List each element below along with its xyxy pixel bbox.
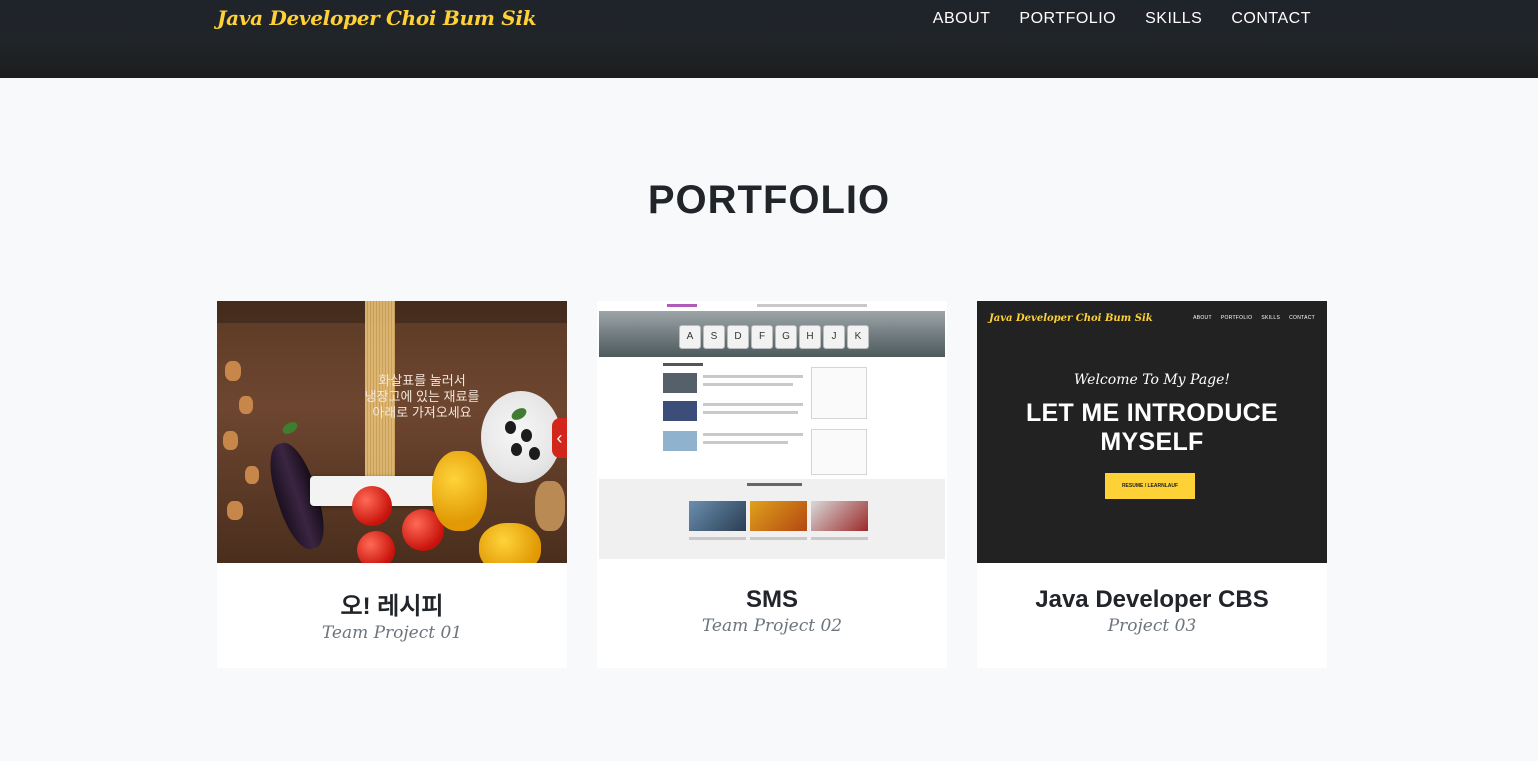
nut-image [225,361,241,381]
nav-menu: ABOUT PORTFOLIO SKILLS CONTACT [933,10,1311,28]
nut-image [223,431,238,450]
keyboard-key: S [703,325,725,349]
nut-image [239,396,253,414]
thumb-nav-item: CONTACT [1289,315,1315,321]
thumb-brand: Java Developer Choi Bum Sik [989,313,1153,324]
thumb-text-line [703,411,798,414]
olive-image [521,429,532,442]
card-title: 오! 레시피 [340,593,444,620]
section-title: PORTFOLIO [647,178,891,222]
brand-logo[interactable]: Java Developer Choi Bum Sik [217,6,537,30]
card-subtitle: Team Project 02 [701,616,843,636]
hero-line: 화살표를 눌러서 [378,373,466,388]
thumb-text-line [703,403,803,406]
nav-link-skills[interactable]: SKILLS [1145,10,1202,27]
thumb-welcome-text: Welcome To My Page! [1073,372,1231,388]
nut-image [245,466,259,484]
thumb-nav-item: ABOUT [1193,315,1212,321]
pepper-image [432,451,487,531]
thumb-logo [667,304,697,307]
thumb-text-line [703,441,788,444]
nav-link-about[interactable]: ABOUT [933,10,991,27]
bread-image [535,481,565,531]
thumb-sidebar-box [811,367,867,419]
olive-image [505,421,516,434]
thumb-text-line [811,537,868,540]
thumb-topnav [757,304,867,307]
carousel-prev-arrow-icon: ‹ [552,418,567,458]
hero-line: 냉장고에 있는 재료를 [364,389,480,404]
thumb-post-image [663,373,697,393]
portfolio-card-sms[interactable]: A S D F G H J K SMS Team Project 02 [597,301,947,668]
thumb-text-line [703,433,803,436]
olive-image [529,447,540,460]
thumb-sidebar-box [811,429,867,475]
card-caption: SMS Team Project 02 [597,563,947,668]
thumb-recent-image [811,501,868,531]
thumb-text-line [703,383,793,386]
thumb-intro-heading: LET ME INTRODUCE MYSELF [977,399,1327,457]
thumb-text-line [689,537,746,540]
thumb-recent-image [750,501,807,531]
thumb-nav: ABOUT PORTFOLIO SKILLS CONTACT [1193,315,1315,321]
plate-image [481,391,561,483]
hero-line: 아래로 가져오세요 [372,405,472,420]
intro-line: LET ME INTRODUCE [1025,399,1279,427]
card-subtitle: Project 03 [1107,616,1197,636]
leaf-image [280,419,300,437]
pepper-image [479,523,541,563]
keyboard-key: A [679,325,701,349]
thumb-text-line [703,375,803,378]
keyboard-key: K [847,325,869,349]
thumb-cta-button: RESUME / LEARNLAUF [1105,473,1195,499]
keyboard-key: H [799,325,821,349]
navbar: Java Developer Choi Bum Sik ABOUT PORTFO… [0,0,1538,78]
keyboard-key: G [775,325,797,349]
portfolio-card-java-developer[interactable]: Java Developer Choi Bum Sik ABOUT PORTFO… [977,301,1327,668]
keyboard-key: J [823,325,845,349]
thumb-text-line [750,537,807,540]
thumb-nav-item: SKILLS [1261,315,1281,321]
nav-link-contact[interactable]: CONTACT [1231,10,1311,27]
thumb-hero-text: 화살표를 눌러서 냉장고에 있는 재료를 아래로 가져오세요 [337,373,507,421]
thumb-post-image [663,401,697,421]
keyboard-key: D [727,325,749,349]
thumb-banner-keyboard: A S D F G H J K [599,311,945,357]
olive-image [511,443,522,456]
tomato-image [352,486,392,526]
card-title: Java Developer CBS [1035,586,1269,613]
portfolio-thumbnail-sms[interactable]: A S D F G H J K [597,301,947,563]
leaf-image [509,405,529,423]
thumb-recent-image [689,501,746,531]
portfolio-card-recipe[interactable]: 화살표를 눌러서 냉장고에 있는 재료를 아래로 가져오세요 ‹ 오! 레시피 … [217,301,567,668]
nav-link-portfolio[interactable]: PORTFOLIO [1019,10,1116,27]
thumb-section-label [747,483,802,486]
thumb-post-image [663,431,697,451]
card-caption: 오! 레시피 Team Project 01 [217,563,567,668]
card-title: SMS [745,586,798,613]
card-subtitle: Team Project 01 [321,623,463,643]
thumb-nav-item: PORTFOLIO [1220,315,1253,321]
portfolio-thumbnail-recipe[interactable]: 화살표를 눌러서 냉장고에 있는 재료를 아래로 가져오세요 ‹ [217,301,567,563]
portfolio-thumbnail-java-developer[interactable]: Java Developer Choi Bum Sik ABOUT PORTFO… [977,301,1327,563]
thumb-section-label [663,363,703,366]
nut-image [227,501,243,520]
tomato-image [357,531,395,563]
intro-line: MYSELF [1100,428,1204,456]
card-caption: Java Developer CBS Project 03 [977,563,1327,668]
keyboard-key: F [751,325,773,349]
